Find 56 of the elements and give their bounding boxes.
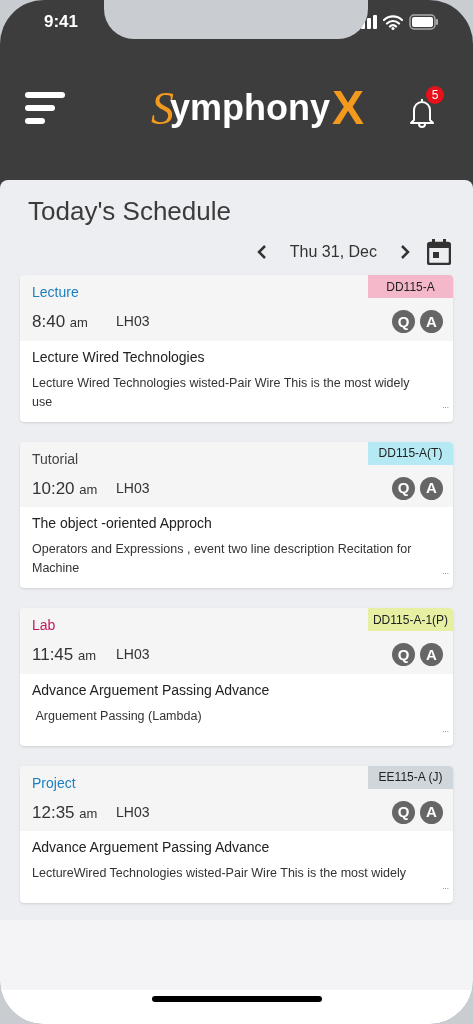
current-date: Thu 31, Dec [288,242,378,262]
notification-badge: 5 [426,86,444,104]
status-badge: A [420,476,443,500]
session-subject: Advance Arguement Passing Advance [32,838,271,857]
schedule-card[interactable]: Lecture DD115-A 8:40 am LH03 Q A Lecture Wired Technologies Lecture Wired Technologies wisted-Pair Wire This is the most widely use ... [20,275,453,422]
notifications-button[interactable]: 5 [408,88,448,128]
session-subject: The object -oriented Approch [32,514,213,533]
session-subject: Lecture Wired Technologies [32,347,206,367]
session-type: Project [32,775,76,790]
chevron-right-icon [399,244,411,260]
course-tag: DD115-A(T) [368,441,453,465]
more-indicator: ... [442,568,449,576]
session-description: Arguement Passing (Lambda) [34,707,203,725]
battery-icon [409,14,439,30]
more-indicator: ... [442,725,449,734]
session-time: 11:45 am [32,644,98,666]
session-type: Tutorial [32,451,79,466]
menu-icon [25,92,67,124]
more-indicator: ... [442,883,449,891]
session-time: 8:40 am [32,311,89,333]
session-type: Lecture [32,285,79,299]
status-badge: A [420,310,443,334]
session-subject: Advance Arguement Passing Advance [32,680,271,700]
status-badge: Q [392,476,415,500]
session-description: Lecture Wired Technologies wisted-Pair Wire This is the most widely use [32,374,411,411]
more-indicator: ... [442,401,449,410]
room-label: LH03 [116,312,150,332]
session-description: LectureWired Technologies wisted-Pair Wire This is the most widely [32,865,407,882]
menu-button[interactable] [25,92,67,124]
page-title: Today's Schedule [27,195,232,228]
course-tag: EE115-A (J) [368,765,453,789]
session-time: 10:20 am [32,477,99,500]
schedule-card[interactable]: Tutorial DD115-A(T) 10:20 am LH03 Q A The object -oriented Approch Operators and Expressions , event two line description Recitation for Machine ... [20,441,453,588]
next-day-button[interactable] [399,244,411,260]
room-label: LH03 [116,478,150,498]
room-label: LH03 [116,802,150,822]
status-badge: Q [392,310,415,334]
status-badge: Q [392,643,415,667]
schedule-card[interactable]: Project EE115-A (J) 12:35 am LH03 Q A Advance Arguement Passing Advance LectureWired Technologies wisted-Pair Wire This is the most widely ... [20,765,453,903]
status-badge: A [420,643,443,667]
room-label: LH03 [116,645,150,665]
chevron-left-icon [255,244,268,260]
previous-day-button[interactable] [255,244,268,260]
session-type: Lab [32,618,56,632]
calendar-icon [427,239,451,265]
course-tag: DD115-A-1(P) [368,608,453,631]
wifi-icon [383,14,403,30]
schedule-card[interactable]: Lab DD115-A-1(P) 11:45 am LH03 Q A Advance Arguement Passing Advance Arguement Passing (Lambda) ... [20,608,453,746]
session-time: 12:35 am [32,801,99,824]
status-badge: A [420,800,443,824]
status-time: 9:41 [44,11,79,34]
session-description: Operators and Expressions , event two line description Recitation for Machine [32,541,413,577]
status-badge: Q [392,800,415,824]
calendar-button[interactable] [427,239,451,265]
course-tag: DD115-A [368,275,453,298]
app-logo: SymphonyX [151,84,364,132]
